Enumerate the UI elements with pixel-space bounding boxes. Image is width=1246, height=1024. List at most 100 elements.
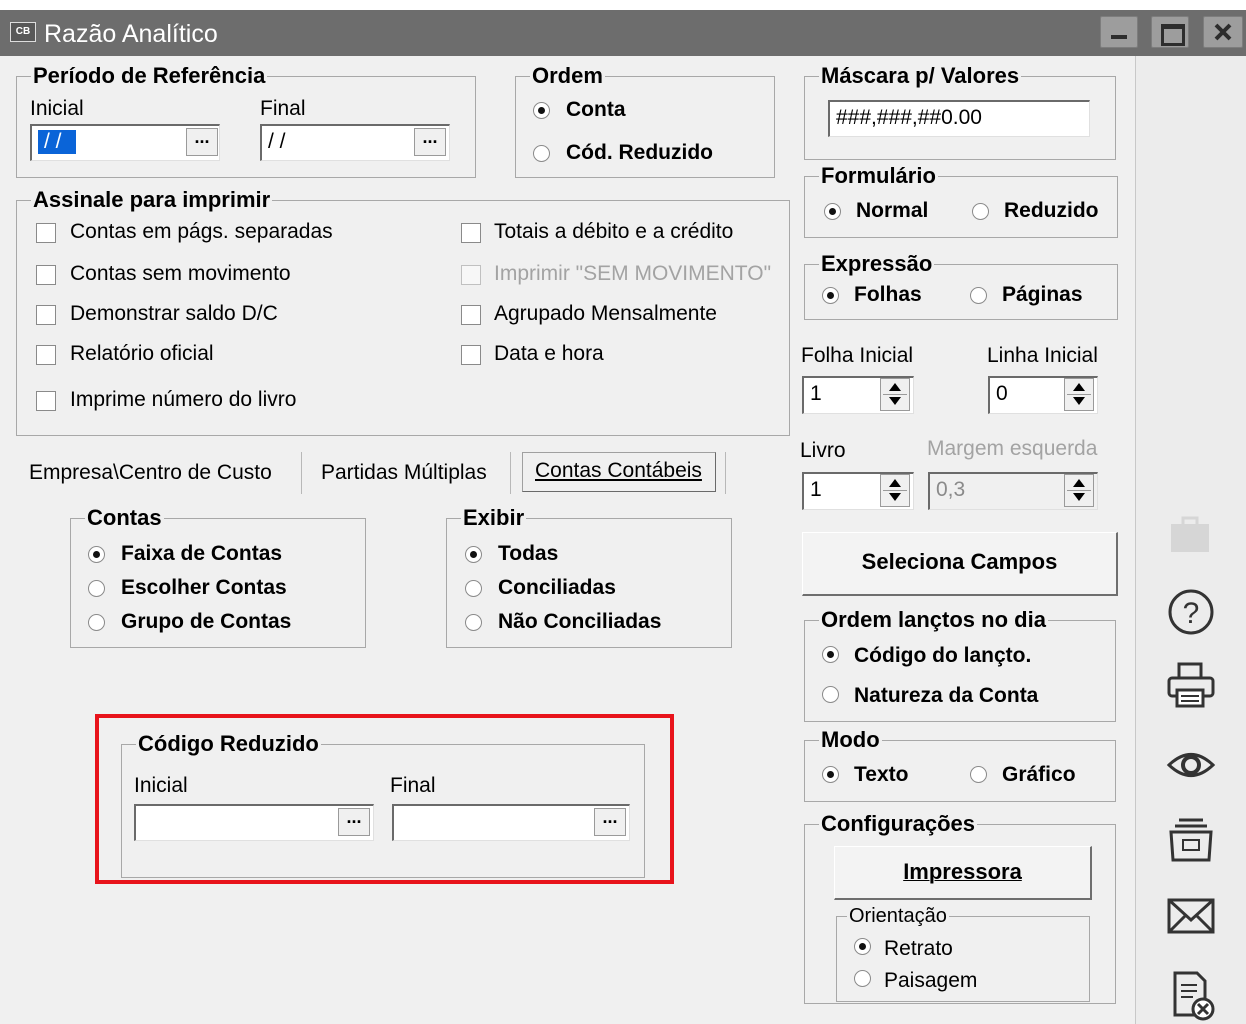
preview-eye-icon[interactable] — [1163, 740, 1219, 790]
chk-contas-paginas-separadas-label: Contas em págs. separadas — [70, 220, 333, 243]
linha-inicial-spinner[interactable] — [1064, 378, 1094, 411]
tab-contas-contabeis-frame[interactable]: Contas Contábeis — [522, 452, 716, 492]
title-bar: CB Razão Analítico — [0, 10, 1246, 56]
modo-texto-label: Texto — [854, 763, 909, 786]
periodo-inicial-label: Inicial — [30, 97, 84, 120]
periodo-inicial-value: / / — [38, 130, 76, 154]
livro-spinner[interactable] — [880, 474, 910, 507]
modo-grafico-radio[interactable] — [970, 766, 987, 783]
orientacao-paisagem-radio[interactable] — [854, 970, 871, 987]
formulario-caption: Formulário — [819, 163, 938, 189]
ordem-conta-label: Conta — [566, 98, 626, 121]
chk-agrupado-mensalmente-label: Agrupado Mensalmente — [494, 302, 717, 325]
tab-empresa-centro-custo[interactable]: Empresa\Centro de Custo — [29, 460, 272, 486]
close-icon — [1214, 23, 1232, 41]
chk-imprimir-sem-movimento — [461, 265, 481, 285]
impressora-label: Impressora — [903, 859, 1022, 884]
exibir-todas-radio[interactable] — [465, 546, 482, 563]
contas-escolher-radio[interactable] — [88, 580, 105, 597]
email-icon[interactable] — [1163, 892, 1219, 942]
linha-inicial-label: Linha Inicial — [987, 344, 1098, 367]
expressao-folhas-label: Folhas — [854, 283, 922, 306]
exibir-nao-conciliadas-label: Não Conciliadas — [498, 610, 662, 633]
ordem-caption: Ordem — [530, 63, 605, 89]
contas-faixa-label: Faixa de Contas — [121, 542, 283, 565]
ordem-lanctos-natureza-radio[interactable] — [822, 686, 839, 703]
periodo-final-label: Final — [260, 97, 306, 120]
formulario-reduzido-label: Reduzido — [1004, 199, 1099, 222]
minimize-button[interactable] — [1100, 16, 1138, 48]
tab-separator — [725, 452, 726, 494]
ordem-conta-radio[interactable] — [533, 102, 550, 119]
briefcase-icon — [1171, 516, 1209, 552]
livro-label: Livro — [800, 439, 846, 462]
chk-demonstrar-saldo[interactable] — [36, 305, 56, 325]
modo-texto-radio[interactable] — [822, 766, 839, 783]
printer-icon[interactable] — [1163, 660, 1219, 710]
help-icon[interactable]: ? — [1163, 587, 1219, 637]
close-document-icon[interactable] — [1163, 966, 1219, 1022]
exibir-nao-conciliadas-radio[interactable] — [465, 614, 482, 631]
tab-separator — [301, 452, 302, 494]
expressao-caption: Expressão — [819, 251, 935, 277]
exibir-conciliadas-radio[interactable] — [465, 580, 482, 597]
periodo-caption: Período de Referência — [31, 63, 268, 89]
mascara-field[interactable]: ###,###,##0.00 — [828, 100, 1090, 137]
periodo-final-lookup-button[interactable]: ... — [414, 128, 446, 156]
svg-text:?: ? — [1183, 597, 1200, 630]
client-area: Período de Referência Inicial Final / / … — [0, 56, 1135, 1024]
chk-contas-paginas-separadas[interactable] — [36, 223, 56, 243]
export-icon[interactable] — [1163, 816, 1219, 866]
chk-contas-sem-movimento-label: Contas sem movimento — [70, 262, 291, 285]
contas-grupo-label: Grupo de Contas — [121, 610, 292, 633]
chk-totais-debito-credito[interactable] — [461, 223, 481, 243]
expressao-paginas-radio[interactable] — [970, 287, 987, 304]
ordem-lanctos-caption: Ordem lançtos no dia — [819, 607, 1048, 633]
orientacao-retrato-radio[interactable] — [854, 938, 871, 955]
highlight-box — [95, 714, 674, 884]
chk-relatorio-oficial-label: Relatório oficial — [70, 342, 214, 365]
contas-caption: Contas — [85, 505, 164, 531]
formulario-normal-label: Normal — [856, 199, 929, 222]
ordem-cod-reduzido-label: Cód. Reduzido — [566, 141, 713, 164]
chk-data-hora-label: Data e hora — [494, 342, 604, 365]
periodo-inicial-lookup-button[interactable]: ... — [186, 128, 218, 156]
ordem-lanctos-codigo-radio[interactable] — [822, 646, 839, 663]
orientacao-caption: Orientação — [847, 903, 949, 929]
assinale-caption: Assinale para imprimir — [31, 187, 273, 213]
impressora-button[interactable]: Impressora — [834, 846, 1092, 900]
tab-separator — [510, 452, 511, 494]
chk-relatorio-oficial[interactable] — [36, 345, 56, 365]
chk-contas-sem-movimento[interactable] — [36, 265, 56, 285]
formulario-reduzido-radio[interactable] — [972, 203, 989, 220]
maximize-button[interactable] — [1151, 16, 1189, 48]
expressao-paginas-label: Páginas — [1002, 283, 1083, 306]
app-icon: CB — [10, 22, 36, 42]
tab-contas-contabeis: Contas Contábeis — [535, 459, 702, 482]
seleciona-campos-button[interactable]: Seleciona Campos — [802, 532, 1118, 596]
chk-data-hora[interactable] — [461, 345, 481, 365]
minimize-icon — [1111, 35, 1127, 39]
formulario-normal-radio[interactable] — [824, 203, 841, 220]
mascara-caption: Máscara p/ Valores — [819, 63, 1022, 89]
folha-inicial-label: Folha Inicial — [801, 344, 914, 367]
exibir-todas-label: Todas — [498, 542, 559, 565]
chk-demonstrar-saldo-label: Demonstrar saldo D/C — [70, 302, 278, 325]
folha-inicial-spinner[interactable] — [880, 378, 910, 411]
contas-faixa-radio[interactable] — [88, 546, 105, 563]
report-window: CB Razão Analítico Período de Referência… — [0, 0, 1246, 1024]
window-title: Razão Analítico — [44, 20, 218, 48]
chk-imprime-numero-livro-label: Imprime número do livro — [70, 388, 297, 411]
ordem-cod-reduzido-radio[interactable] — [533, 145, 550, 162]
chk-totais-debito-credito-label: Totais a débito e a crédito — [494, 220, 734, 243]
close-button[interactable] — [1203, 16, 1243, 48]
modo-grafico-label: Gráfico — [1002, 763, 1076, 786]
chk-agrupado-mensalmente[interactable] — [461, 305, 481, 325]
expressao-folhas-radio[interactable] — [822, 287, 839, 304]
ordem-lanctos-codigo-label: Código do lançto. — [854, 644, 1032, 667]
chk-imprime-numero-livro[interactable] — [36, 391, 56, 411]
orientacao-retrato-label: Retrato — [884, 937, 953, 960]
contas-grupo-radio[interactable] — [88, 614, 105, 631]
tab-partidas-multiplas[interactable]: Partidas Múltiplas — [321, 460, 487, 486]
maximize-icon — [1161, 24, 1185, 46]
